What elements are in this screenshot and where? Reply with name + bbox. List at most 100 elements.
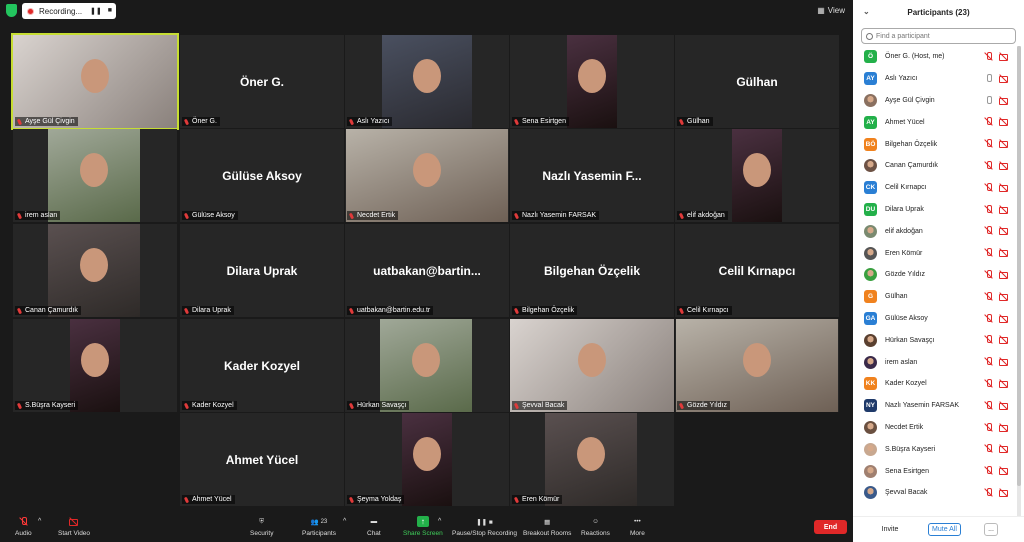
participant-list-scrollbar[interactable]	[1017, 46, 1021, 516]
mic-muted-icon[interactable]	[984, 160, 993, 170]
camera-off-icon[interactable]	[999, 183, 1009, 192]
collapse-chevron-icon[interactable]: ⌄	[863, 7, 870, 16]
mic-muted-icon[interactable]	[984, 269, 993, 279]
participant-search-input[interactable]: Find a participant	[861, 28, 1016, 44]
participant-row[interactable]: NY Nazlı Yasemin FARSAK	[853, 395, 1016, 417]
participant-row[interactable]: elif akdoğan	[853, 220, 1016, 242]
camera-off-icon[interactable]	[999, 466, 1009, 476]
camera-off-icon[interactable]	[999, 248, 1009, 258]
participant-row[interactable]: Hürkan Savaşçı	[853, 329, 1016, 351]
video-tile[interactable]: Gözde Yıldız	[675, 319, 839, 412]
camera-off-icon[interactable]	[999, 357, 1009, 367]
end-meeting-button[interactable]: End	[814, 520, 847, 534]
video-tile[interactable]: irem aslan	[13, 129, 177, 222]
chat-button[interactable]: ▬ Chat	[367, 516, 381, 537]
mic-muted-icon[interactable]	[984, 335, 993, 344]
pause-recording-icon[interactable]: ❚❚	[90, 7, 102, 15]
breakout-rooms-button[interactable]: ▦ Breakout Rooms	[523, 516, 571, 538]
camera-off-icon[interactable]	[999, 335, 1009, 345]
participant-row[interactable]: AY Aslı Yazıcı	[853, 68, 1016, 90]
share-screen-button[interactable]: ↑ Share Screen	[403, 516, 443, 537]
video-tile[interactable]: Nazlı Yasemin F... Nazlı Yasemin FARSAK	[510, 129, 674, 222]
video-tile[interactable]: Aslı Yazıcı	[345, 35, 509, 128]
video-tile[interactable]: uatbakan@bartin... uatbakan@bartin.edu.tr	[345, 224, 509, 317]
security-button[interactable]: ⛨ Security	[250, 516, 273, 538]
video-tile[interactable]: elif akdoğan	[675, 129, 839, 222]
participant-row[interactable]: Şevval Bacak	[853, 482, 1016, 504]
camera-off-icon[interactable]	[999, 139, 1009, 149]
participant-row[interactable]: GA Gülüse Aksoy	[853, 308, 1016, 330]
participant-row[interactable]: Necdet Ertik	[853, 417, 1016, 439]
video-tile[interactable]: Canan Çamurdık	[13, 224, 177, 317]
pause-stop-recording-button[interactable]: ❚❚ ■ Pause/Stop Recording	[452, 516, 517, 538]
more-button[interactable]: ••• More	[630, 516, 645, 537]
mic-muted-icon[interactable]	[984, 487, 993, 497]
panel-more-button[interactable]: ...	[984, 523, 998, 536]
participant-row[interactable]: irem aslan	[853, 351, 1016, 373]
participant-row[interactable]: DU Dilara Uprak	[853, 199, 1016, 221]
mic-muted-icon[interactable]	[984, 204, 993, 214]
participant-row[interactable]: Ayşe Gül Çivgin	[853, 90, 1016, 112]
video-tile[interactable]: Gülüse Aksoy Gülüse Aksoy	[180, 129, 344, 222]
start-video-button[interactable]: Start Video	[58, 516, 90, 537]
participant-row[interactable]: CK Celil Kırnapcı	[853, 177, 1016, 199]
video-tile[interactable]: Kader Kozyel Kader Kozyel	[180, 319, 344, 412]
participant-row[interactable]: G Gülhan	[853, 286, 1016, 308]
participant-row[interactable]: Eren Kömür	[853, 242, 1016, 264]
audio-options-caret[interactable]: ^	[38, 518, 41, 525]
mic-muted-icon[interactable]	[984, 378, 993, 388]
invite-button[interactable]: Invite	[877, 523, 903, 536]
mic-muted-icon[interactable]	[984, 182, 993, 192]
video-tile[interactable]: Dilara Uprak Dilara Uprak	[180, 224, 344, 317]
video-tile[interactable]: Bilgehan Özçelik Bilgehan Özçelik	[510, 224, 674, 317]
stop-recording-icon[interactable]: ■	[108, 7, 112, 15]
camera-off-icon[interactable]	[999, 226, 1009, 236]
video-tile[interactable]: Celil Kırnapcı Celil Kırnapcı	[675, 224, 839, 317]
mic-muted-icon[interactable]	[984, 291, 993, 301]
participants-options-caret[interactable]: ^	[343, 518, 346, 525]
video-tile[interactable]: Gülhan Gülhan	[675, 35, 839, 128]
video-tile[interactable]: Sena Esirtgen	[510, 35, 674, 128]
mic-muted-icon[interactable]	[984, 444, 993, 453]
participant-row[interactable]: Canan Çamurdık	[853, 155, 1016, 177]
camera-off-icon[interactable]	[999, 314, 1009, 323]
video-tile[interactable]: S.Büşra Kayseri	[13, 319, 177, 412]
camera-off-icon[interactable]	[999, 401, 1009, 410]
mic-muted-icon[interactable]	[984, 139, 993, 148]
video-tile[interactable]: Hürkan Savaşçı	[345, 319, 509, 412]
video-tile[interactable]: Şevval Bacak	[510, 319, 674, 412]
view-button[interactable]: ▦ View	[817, 6, 845, 15]
participant-row[interactable]: AY Ahmet Yücel	[853, 111, 1016, 133]
mic-muted-icon[interactable]	[984, 248, 993, 257]
video-tile[interactable]: Öner G. Öner G.	[180, 35, 344, 128]
camera-off-icon[interactable]	[999, 270, 1009, 279]
mic-muted-icon[interactable]	[984, 400, 993, 410]
mic-muted-icon[interactable]	[984, 117, 993, 126]
video-tile[interactable]: Necdet Ertik	[345, 129, 509, 222]
security-shield-icon[interactable]	[6, 4, 17, 17]
mute-all-button[interactable]: Mute All	[928, 523, 961, 536]
participant-row[interactable]: Ö Öner G. (Host, me)	[853, 46, 1016, 68]
video-tile[interactable]: Şeyma Yoldaş	[345, 413, 509, 506]
mic-on-icon[interactable]	[984, 73, 993, 83]
camera-off-icon[interactable]	[999, 161, 1009, 170]
mic-muted-icon[interactable]	[984, 226, 993, 235]
mic-muted-icon[interactable]	[984, 52, 993, 61]
reactions-button[interactable]: ☺ Reactions	[581, 516, 610, 537]
camera-off-icon[interactable]	[999, 444, 1009, 454]
camera-off-icon[interactable]	[999, 379, 1009, 388]
mic-on-icon[interactable]	[984, 95, 993, 105]
video-tile[interactable]: Ahmet Yücel Ahmet Yücel	[180, 413, 344, 506]
participant-row[interactable]: Sena Esirtgen	[853, 460, 1016, 482]
video-tile[interactable]: Ayşe Gül Çivgin	[11, 33, 179, 130]
participants-button[interactable]: 👥 23 Participants	[302, 516, 336, 538]
participant-row[interactable]: Gözde Yıldız	[853, 264, 1016, 286]
camera-off-icon[interactable]	[999, 423, 1009, 432]
mic-muted-icon[interactable]	[984, 422, 993, 432]
camera-off-icon[interactable]	[999, 488, 1009, 497]
camera-off-icon[interactable]	[999, 52, 1009, 61]
camera-off-icon[interactable]	[999, 74, 1009, 83]
camera-off-icon[interactable]	[999, 117, 1009, 127]
mic-muted-icon[interactable]	[984, 313, 993, 323]
participant-row[interactable]: KK Kader Kozyel	[853, 373, 1016, 395]
